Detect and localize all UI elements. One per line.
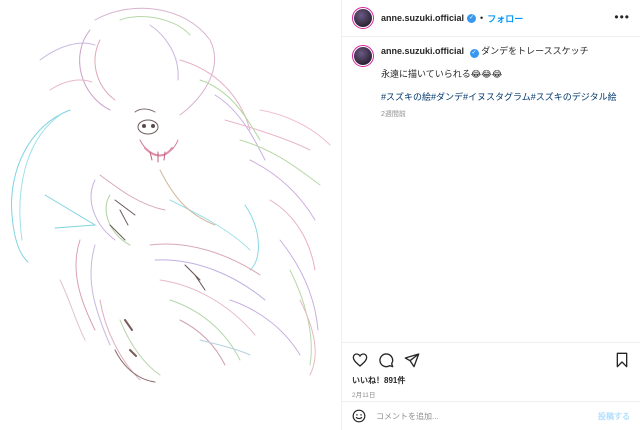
- heart-icon[interactable]: [352, 352, 368, 368]
- comment-bar: 投稿する: [342, 401, 640, 430]
- smiley-icon[interactable]: [352, 409, 366, 423]
- caption-body: anne.suzuki.official ✓ ダンデをトレーススケッチ 永遠に描…: [381, 45, 617, 121]
- caption-text: 永遠に描いていられる😂😂😂: [381, 69, 503, 79]
- action-row: [352, 348, 630, 372]
- username-link[interactable]: anne.suzuki.official: [381, 13, 464, 23]
- post-image[interactable]: [0, 0, 341, 430]
- follow-button[interactable]: フォロー: [487, 12, 523, 25]
- verified-badge-icon: ✓: [469, 49, 479, 58]
- post-caption: anne.suzuki.official ✓ ダンデをトレーススケッチ 永遠に描…: [342, 37, 640, 121]
- avatar-image: [354, 47, 372, 65]
- sketch-artwork: [11, 7, 331, 383]
- like-count[interactable]: いいね！891件: [352, 375, 630, 386]
- caption-hashtags[interactable]: #スズキの絵#ダンデ#イヌスタグラム#スズキのデジタル絵: [381, 91, 617, 104]
- avatar[interactable]: [352, 7, 374, 29]
- more-horizontal-icon[interactable]: •••: [614, 11, 630, 23]
- caption-title: ダンデをトレーススケッチ: [481, 46, 589, 56]
- comment-bubble-icon[interactable]: [378, 352, 394, 368]
- bookmark-icon[interactable]: [614, 352, 630, 368]
- post-date: 2月11日: [352, 392, 376, 399]
- separator-dot: •: [480, 13, 484, 23]
- post-comment-button[interactable]: 投稿する: [598, 411, 630, 422]
- avatar-image: [354, 9, 372, 27]
- caption-first-line: anne.suzuki.official ✓ ダンデをトレーススケッチ: [381, 45, 617, 58]
- instagram-post: anne.suzuki.official ✓ • フォロー ••• anne.s…: [0, 0, 640, 430]
- post-header: anne.suzuki.official ✓ • フォロー •••: [342, 0, 640, 37]
- caption-timestamp: 2週間前: [381, 111, 406, 118]
- caption-avatar[interactable]: [352, 45, 374, 67]
- paper-plane-icon[interactable]: [404, 352, 420, 368]
- caption-username-link[interactable]: anne.suzuki.official: [381, 46, 464, 56]
- comment-input[interactable]: [374, 410, 598, 422]
- post-side-panel: anne.suzuki.official ✓ • フォロー ••• anne.s…: [341, 0, 640, 430]
- post-actions: いいね！891件 2月11日: [342, 342, 640, 399]
- verified-badge-icon: ✓: [467, 13, 477, 23]
